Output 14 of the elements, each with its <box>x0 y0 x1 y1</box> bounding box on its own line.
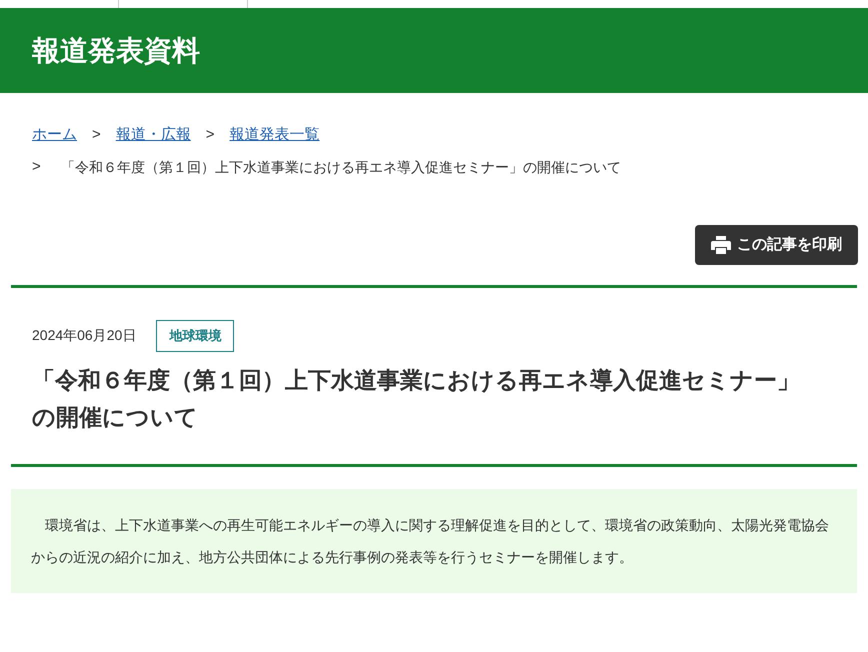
breadcrumb-separator: > <box>206 125 215 145</box>
summary-text: 環境省は、上下水道事業への再生可能エネルギーの導入に関する理解促進を目的として、環境省の政策動向、太陽光発電協会からの近況の紹介に加え、地方公共団体による先行事例の発表等を行うセミナーを開催します。 <box>31 516 830 566</box>
breadcrumb-link[interactable]: 報道発表一覧 <box>230 119 320 151</box>
page-title: 報道発表資料 <box>32 34 200 68</box>
article-title: 「令和６年度（第１回）上下水道事業における再エネ導入促進セミナー」の開催について <box>32 366 801 432</box>
breadcrumb-current: 「令和６年度（第１回）上下水道事業における再エネ導入促進セミナー」の開催について <box>60 158 621 177</box>
breadcrumb-link[interactable]: ホーム <box>32 119 77 151</box>
breadcrumb-link[interactable]: 報道・広報 <box>116 119 191 151</box>
breadcrumb-separator: > <box>32 157 41 177</box>
breadcrumb-separator: > <box>92 125 101 145</box>
print-button[interactable]: この記事を印刷 <box>695 225 858 265</box>
article-date: 2024年06月20日 <box>32 326 136 346</box>
printer-icon <box>711 236 731 254</box>
category-tag: 地球環境 <box>156 320 234 352</box>
